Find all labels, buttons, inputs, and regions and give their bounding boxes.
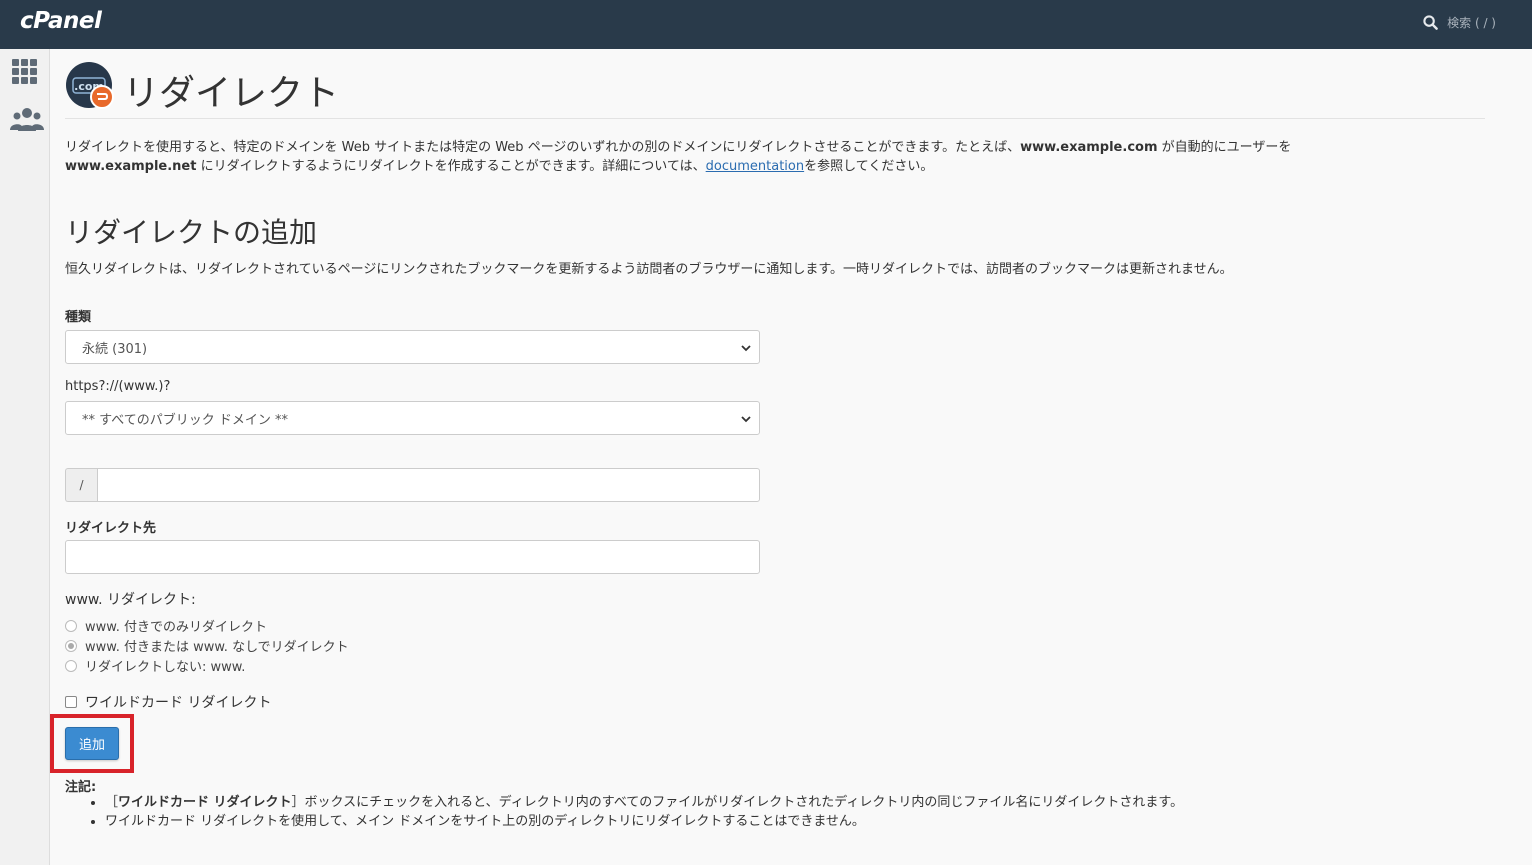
path-input-group: /: [65, 468, 760, 502]
list-item: ［ワイルドカード リダイレクト］ボックスにチェックを入れると、ディレクトリ内のす…: [105, 793, 1183, 812]
list-item: ワイルドカード リダイレクトを使用して、メイン ドメインをサイト上の別のディレク…: [105, 812, 1183, 831]
search-label: 検索 ( / ): [1447, 16, 1496, 30]
radio-button[interactable]: [65, 639, 77, 652]
apps-grid-icon[interactable]: [9, 57, 41, 89]
radio-no-www[interactable]: リダイレクトしない: www.: [65, 656, 245, 675]
intro-text: リダイレクトを使用すると、特定のドメインを Web サイトまたは特定の Web …: [65, 140, 1292, 174]
type-label: 種類: [65, 310, 92, 325]
type-select[interactable]: 永続 (301): [65, 330, 760, 364]
section-description: 恒久リダイレクトは、リダイレクトされているページにリンクされたブックマークを更新…: [65, 262, 1233, 277]
path-input[interactable]: [97, 468, 760, 502]
users-icon[interactable]: [9, 105, 45, 139]
search-icon: [1423, 15, 1438, 30]
page-title: リダイレクト: [123, 73, 340, 114]
add-button[interactable]: 追加: [65, 727, 119, 760]
documentation-link[interactable]: documentation: [706, 159, 804, 174]
path-prefix: /: [65, 468, 97, 502]
notes-list: ［ワイルドカード リダイレクト］ボックスにチェックを入れると、ディレクトリ内のす…: [105, 793, 1183, 831]
domain-select[interactable]: ** すべてのパブリック ドメイン **: [65, 401, 760, 435]
redirect-to-input[interactable]: [65, 540, 760, 574]
search-trigger[interactable]: 検索 ( / ): [1423, 14, 1496, 31]
top-bar: cPanel 検索 ( / ): [0, 0, 1532, 49]
wildcard-redirect-option[interactable]: ワイルドカード リダイレクト: [65, 692, 271, 712]
redirect-to-label: リダイレクト先: [65, 521, 157, 536]
cpanel-logo[interactable]: cPanel: [20, 8, 102, 34]
radio-www-only[interactable]: www. 付きでのみリダイレクト: [65, 616, 267, 635]
domain-label: https?://(www.)?: [65, 379, 171, 394]
section-title: リダイレクトの追加: [65, 216, 318, 249]
chevron-down-icon: [741, 342, 751, 357]
radio-button[interactable]: [65, 619, 77, 632]
radio-www-or-not[interactable]: www. 付きまたは www. なしでリダイレクト: [65, 636, 349, 655]
page-header: .com リダイレクト: [65, 61, 1485, 119]
wildcard-checkbox[interactable]: [65, 696, 77, 708]
sidebar: [0, 49, 50, 865]
www-redirect-label: www. リダイレクト:: [65, 592, 196, 608]
domain-redirect-icon: .com: [65, 61, 115, 111]
chevron-down-icon: [741, 413, 751, 428]
radio-button[interactable]: [65, 659, 77, 672]
